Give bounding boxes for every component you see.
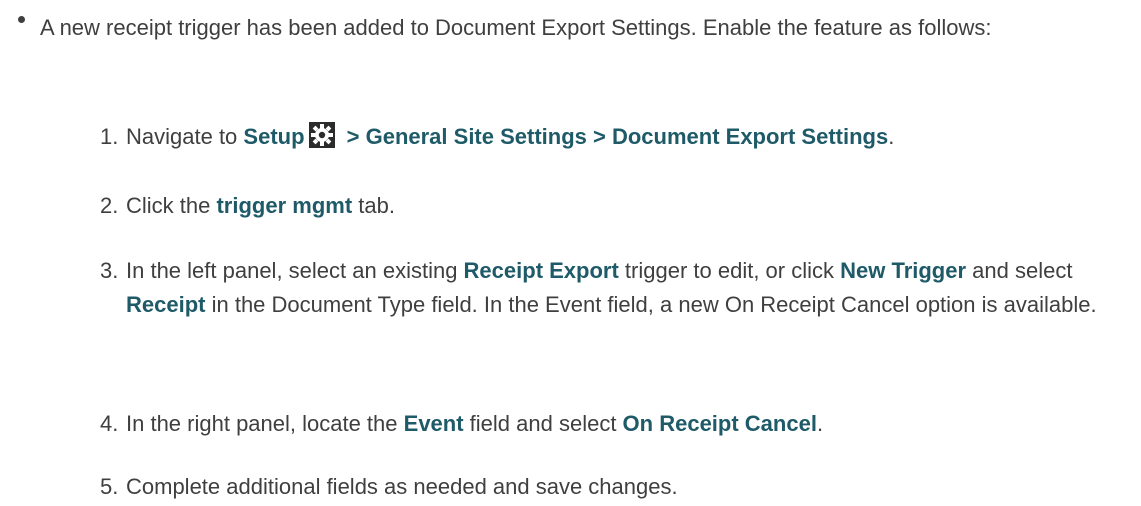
gear-icon[interactable] bbox=[308, 122, 335, 148]
receipt-export-ref: Receipt Export bbox=[463, 258, 619, 283]
bullet-point bbox=[18, 16, 25, 23]
step-text-part: and select bbox=[966, 258, 1073, 283]
step-text: Complete additional fields as needed and… bbox=[126, 470, 1136, 504]
step-text: In the left panel, select an existing Re… bbox=[126, 254, 1136, 322]
step-text-part: In the right panel, locate the bbox=[126, 411, 404, 436]
on-receipt-cancel-ref: On Receipt Cancel bbox=[622, 411, 817, 436]
receipt-ref: Receipt bbox=[126, 292, 206, 317]
step-number: 4. bbox=[100, 411, 119, 436]
step-text: Navigate to Setup > General Site Setting… bbox=[126, 120, 1136, 154]
step-text-part: field and select bbox=[463, 411, 623, 436]
step-text-part: . bbox=[816, 411, 824, 436]
step-text: In the right panel, locate the Event fie… bbox=[126, 407, 1136, 441]
event-field-ref: Event bbox=[403, 411, 464, 436]
bullet-intro-text: A new receipt trigger has been added to … bbox=[40, 15, 992, 40]
new-trigger-ref: New Trigger bbox=[840, 258, 967, 283]
step-text-part: Complete additional fields as needed and… bbox=[126, 474, 678, 499]
step-number: 1. bbox=[100, 124, 119, 149]
step-text-part: trigger to edit, or click bbox=[618, 258, 841, 283]
step-text-part: tab. bbox=[352, 193, 395, 218]
step-text-part: Navigate to bbox=[126, 124, 244, 149]
settings-path-link[interactable]: > General Site Settings > Document Expor… bbox=[341, 124, 889, 149]
step-text-part: . bbox=[888, 124, 895, 149]
step-number: 3. bbox=[100, 258, 119, 283]
release-note-document: A new receipt trigger has been added to … bbox=[0, 0, 1141, 506]
step-text-part: in the Document Type field. In the Event… bbox=[205, 292, 1097, 317]
setup-link[interactable]: Setup bbox=[243, 124, 304, 149]
step-text-part: In the left panel, select an existing bbox=[126, 258, 464, 283]
step-number: 2. bbox=[100, 193, 119, 218]
step-text: Click the trigger mgmt tab. bbox=[126, 189, 1136, 223]
trigger-mgmt-tab-ref: trigger mgmt bbox=[216, 193, 353, 218]
step-text-part: Click the bbox=[126, 193, 217, 218]
step-number: 5. bbox=[100, 474, 119, 499]
